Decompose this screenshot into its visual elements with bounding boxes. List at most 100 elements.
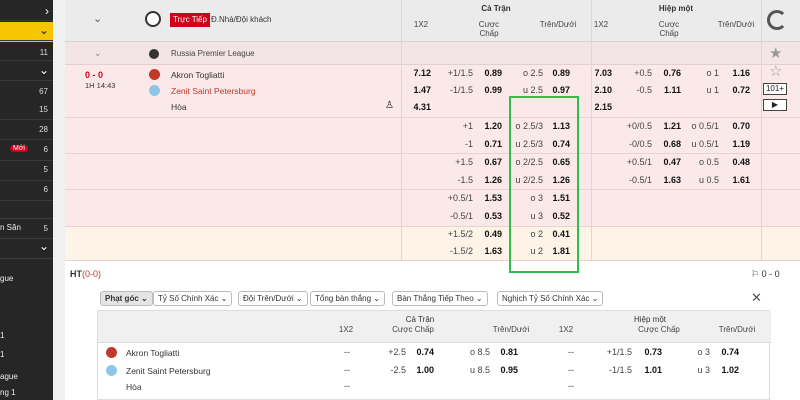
sidebar-item[interactable]: ⌄ [0, 22, 53, 42]
odds-fthv[interactable]: 1.20 [484, 121, 502, 131]
odds-fthv[interactable]: 0.71 [484, 139, 502, 149]
odds-h1ov[interactable]: 1.16 [732, 68, 750, 78]
sidebar-item[interactable]: n Săn 5 [0, 219, 53, 239]
detail-odds-h1ov[interactable]: 1.02 [721, 365, 739, 375]
odds-fthv[interactable]: 0.99 [484, 85, 502, 95]
odds-fthl: -1/1.5 [449, 85, 473, 95]
detail-odds-h1ov[interactable]: 0.74 [721, 347, 739, 357]
odds-h1hl: +0/0.5 [626, 121, 652, 131]
chevron-icon[interactable]: ⌄ [39, 23, 49, 37]
odds-table: ⌄ Trực Tiếp Đ.Nhà/Đội khách Cả Trận Hiệp… [65, 0, 800, 400]
odds-h11x2[interactable]: 2.15 [594, 102, 612, 112]
col-1x2: 1X2 [413, 20, 429, 29]
odds-h11x2[interactable]: 2.10 [594, 85, 612, 95]
chevron-down-icon[interactable]: ⌄ [94, 48, 102, 59]
favorite-league-star-icon[interactable]: ★ [769, 44, 782, 62]
detail-odds-fthv[interactable]: 1.00 [416, 365, 434, 375]
sidebar-item[interactable]: gue [0, 270, 53, 290]
odds-h1ov[interactable]: 0.72 [732, 85, 750, 95]
close-icon[interactable]: ✕ [751, 290, 762, 306]
detail-odds-ftol: o 8.5 [469, 347, 490, 357]
odds-fthv[interactable]: 1.63 [484, 246, 502, 256]
odds-fthl: +1.5/2 [447, 229, 473, 239]
odds-ft1x2[interactable]: 7.12 [413, 68, 431, 78]
odds-h1hv[interactable]: 1.21 [663, 121, 681, 131]
sidebar-item[interactable]: 6 Mới [0, 140, 53, 160]
detail-odds-fthv[interactable]: 0.74 [416, 347, 434, 357]
odds-h1hl: -0.5 [636, 85, 652, 95]
favorite-match-star-icon[interactable]: ☆ [769, 62, 782, 80]
sidebar-item-count: 28 [39, 125, 48, 134]
market-tab[interactable]: Nghịch Tỷ Số Chính Xác ⌄ [497, 291, 604, 306]
detail-odds-ftov[interactable]: 0.95 [500, 365, 518, 375]
detail-odds-ftov[interactable]: 0.81 [500, 347, 518, 357]
detail-odds-h1hv[interactable]: 0.73 [644, 347, 662, 357]
sidebar-item[interactable]: 67 [0, 82, 53, 102]
odds-h1hv[interactable]: 1.11 [664, 85, 681, 95]
sidebar-divider [0, 139, 53, 140]
column-divider [761, 0, 762, 260]
row-divider [65, 117, 800, 118]
odds-h1ov[interactable]: 0.48 [732, 157, 750, 167]
odds-ft1x2[interactable]: 1.47 [413, 85, 431, 95]
odds-fthv[interactable]: 0.67 [484, 157, 502, 167]
scroll-gutter[interactable] [53, 0, 65, 400]
odds-h1ov[interactable]: 1.61 [732, 175, 750, 185]
odds-h1ov[interactable]: 0.70 [732, 121, 750, 131]
sidebar-divider [0, 180, 53, 181]
column-divider [591, 0, 592, 260]
chevron-icon[interactable]: ⌄ [39, 63, 49, 77]
new-badge: Mới [10, 145, 28, 152]
sidebar-item[interactable]: 1 [0, 346, 53, 366]
odds-h1hv[interactable]: 0.68 [663, 139, 681, 149]
sidebar-item[interactable]: 5 [0, 160, 53, 180]
odds-ftov[interactable]: 0.97 [552, 85, 570, 95]
collapse-all-icon[interactable]: ⌄ [93, 12, 102, 25]
market-tab[interactable]: Đội Trên/Dưới ⌄ [238, 291, 308, 306]
detail-col-handicap-half: Cược Chấp [638, 325, 680, 334]
odds-fthv[interactable]: 0.49 [484, 229, 502, 239]
chevron-icon[interactable]: ⌄ [39, 239, 49, 253]
odds-fthv[interactable]: 0.53 [484, 211, 502, 221]
refresh-icon[interactable] [767, 10, 787, 30]
odds-fthv[interactable]: 1.53 [484, 193, 502, 203]
sidebar-item[interactable]: 28 [0, 120, 53, 140]
league-row[interactable]: ⌄ Russia Premier League [65, 42, 800, 65]
market-tab[interactable]: Phạt góc ⌄ [100, 291, 153, 306]
detail-header: Cả Trận Hiệp một 1X2 Cược Chấp Trên/Dưới… [98, 311, 771, 343]
live-badge[interactable]: Trực Tiếp [170, 13, 210, 27]
league-logo-icon [149, 49, 159, 59]
sidebar-item[interactable]: ⌄ [0, 238, 53, 258]
market-tab[interactable]: Tổng bàn thắng ⌄ [310, 291, 385, 306]
odds-h1hl: -0.5/1 [628, 175, 652, 185]
odds-h11x2[interactable]: 7.03 [594, 68, 612, 78]
odds-h1hv[interactable]: 1.63 [663, 175, 681, 185]
alt-line-row [65, 226, 800, 260]
market-tab[interactable]: Bàn Thắng Tiếp Theo ⌄ [392, 291, 488, 306]
odds-fthv[interactable]: 0.89 [484, 68, 502, 78]
sidebar-divider [0, 160, 53, 161]
sidebar-item[interactable]: ng 1 [0, 384, 53, 400]
sidebar-item[interactable]: 15 [0, 100, 53, 120]
detail-odds-h11x2: -- [568, 347, 574, 357]
detail-odds-fthl: -2.5 [390, 365, 406, 375]
live-stream-button[interactable]: ▶ [763, 99, 787, 111]
sidebar-item-count: 6 [43, 185, 48, 194]
first-half-heading: Hiệp một [658, 4, 694, 13]
sidebar-item[interactable]: 1 [0, 327, 53, 347]
market-tab[interactable]: Tỷ Số Chính Xác ⌄ [153, 291, 233, 306]
odds-h1hv[interactable]: 0.47 [663, 157, 681, 167]
more-markets-button[interactable]: 101+ [763, 83, 787, 95]
detail-odds-h1hv[interactable]: 1.01 [644, 365, 662, 375]
odds-fthv[interactable]: 1.26 [484, 175, 502, 185]
odds-ft1x2[interactable]: 4.31 [413, 102, 431, 112]
odds-ftov[interactable]: 0.89 [552, 68, 570, 78]
chevron-icon[interactable]: › [45, 4, 49, 18]
sidebar-item[interactable]: ⌄ [0, 62, 53, 82]
row-divider [65, 189, 800, 190]
odds-h1hl: +0.5/1 [626, 157, 652, 167]
detail-col-handicap: Cược Chấp [392, 325, 434, 334]
odds-h1hv[interactable]: 0.76 [663, 68, 681, 78]
sidebar-item[interactable]: 6 [0, 180, 53, 200]
odds-h1ov[interactable]: 1.19 [732, 139, 750, 149]
